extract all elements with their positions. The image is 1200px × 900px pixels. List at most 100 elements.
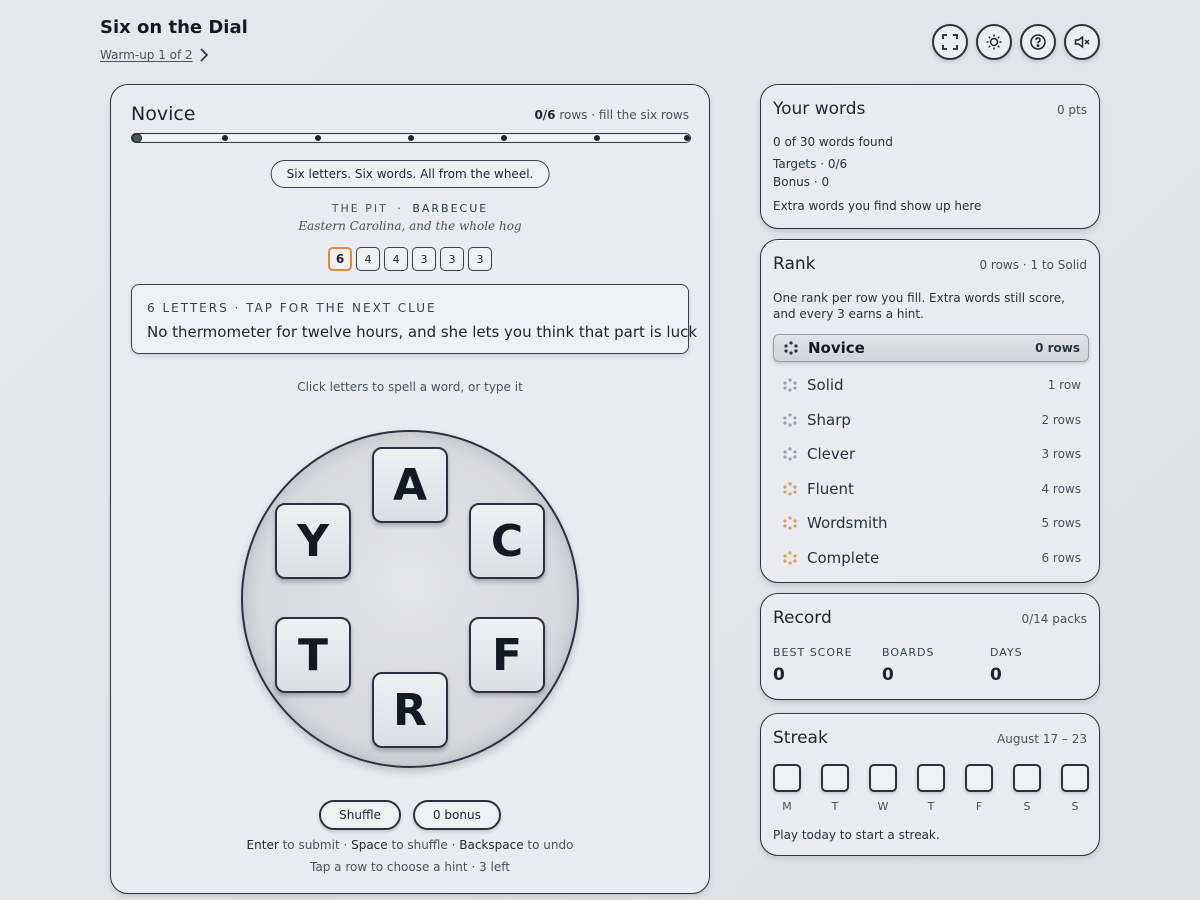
progress-tick bbox=[684, 135, 690, 141]
points: 0 pts bbox=[1056, 103, 1087, 117]
word-length-row: 644333 bbox=[111, 247, 709, 271]
streak-day: F bbox=[965, 764, 993, 813]
rank-rows: 1 row bbox=[1047, 378, 1081, 393]
rank-item-sharp: Sharp 2 rows bbox=[773, 403, 1089, 438]
extra-words-note: Extra words you find show up here bbox=[773, 199, 982, 213]
clue-subtitle: Eastern Carolina, and the whole hog bbox=[298, 219, 522, 233]
mute-icon bbox=[1074, 35, 1090, 49]
letter-wheel: A C F R T Y bbox=[241, 430, 579, 768]
fullscreen-button[interactable] bbox=[932, 24, 968, 60]
word-length-box[interactable]: 6 bbox=[328, 247, 352, 271]
streak-day-label: M bbox=[782, 800, 792, 813]
word-length-box[interactable]: 3 bbox=[412, 247, 436, 271]
rank-list: Novice 0 rows Solid 1 row Sharp 2 rows Clever 3… bbox=[773, 334, 1089, 575]
streak-day-label: F bbox=[975, 800, 983, 813]
bonus-button[interactable]: 0 bonus bbox=[412, 800, 501, 830]
rank-item-clever: Clever 3 rows bbox=[773, 437, 1089, 472]
streak-day: S bbox=[1061, 764, 1089, 813]
streak-range: August 17 – 23 bbox=[997, 732, 1087, 746]
fullscreen-icon bbox=[942, 34, 958, 50]
stat-value: 0 bbox=[773, 665, 785, 685]
letter-tile[interactable]: A bbox=[372, 447, 448, 523]
clue-label: 6 LETTERS · TAP FOR THE NEXT CLUE bbox=[147, 301, 437, 315]
progress-tick bbox=[594, 135, 600, 141]
word-length-box[interactable]: 3 bbox=[468, 247, 492, 271]
chevron-right-icon bbox=[200, 48, 208, 62]
help-button[interactable] bbox=[1020, 24, 1056, 60]
record-title: Record bbox=[773, 608, 832, 628]
mute-button[interactable] bbox=[1064, 24, 1100, 60]
word-length-box[interactable]: 4 bbox=[356, 247, 380, 271]
theme-button[interactable] bbox=[976, 24, 1012, 60]
streak-day-box bbox=[1061, 764, 1089, 792]
space-key: Space bbox=[351, 838, 388, 852]
stat-label: BOARDS bbox=[882, 646, 935, 659]
rank-item-solid: Solid 1 row bbox=[773, 368, 1089, 403]
stat-boards: BOARDS 0 bbox=[882, 646, 982, 685]
category-pre: THE PIT bbox=[331, 202, 388, 215]
rank-rows: 3 rows bbox=[1041, 447, 1081, 462]
keyboard-help: Enter to submit · Space to shuffle · Bac… bbox=[111, 838, 709, 852]
rank-name: Novice bbox=[808, 339, 865, 357]
rank-name: Wordsmith bbox=[807, 514, 888, 533]
help-icon bbox=[1030, 34, 1046, 50]
streak-day-label: W bbox=[877, 800, 889, 813]
rank-panel-title: Rank bbox=[773, 254, 816, 274]
rank-dots-icon bbox=[783, 378, 797, 392]
info-pill: Six letters. Six words. All from the whe… bbox=[270, 160, 550, 188]
streak-panel: Streak August 17 – 23 M T W T F S S Play today… bbox=[760, 713, 1100, 856]
backspace-help: to undo bbox=[523, 838, 574, 852]
rank-dots-icon bbox=[783, 551, 797, 565]
streak-day-label: S bbox=[1071, 800, 1079, 813]
bonus-count: Bonus · 0 bbox=[773, 175, 830, 189]
progress-tick bbox=[315, 135, 321, 141]
rank-dots-icon bbox=[783, 482, 797, 496]
rank-rows: 6 rows bbox=[1041, 550, 1081, 565]
words-found: 0 of 30 words found bbox=[773, 135, 893, 149]
stat-best-score: BEST SCORE 0 bbox=[773, 646, 873, 685]
row-count: 0/6 bbox=[534, 108, 556, 122]
progress-tick bbox=[132, 133, 142, 143]
targets-count: Targets · 0/6 bbox=[773, 157, 848, 171]
words-title: Your words bbox=[773, 99, 866, 119]
controls-row: Shuffle 0 bonus bbox=[111, 800, 709, 830]
rank-rows: 4 rows bbox=[1041, 481, 1081, 496]
rank-item-complete: Complete 6 rows bbox=[773, 541, 1089, 576]
streak-day-box bbox=[1013, 764, 1041, 792]
app-title: Six on the Dial bbox=[100, 17, 248, 38]
streak-footer: Play today to start a streak. bbox=[773, 828, 940, 842]
word-length-box[interactable]: 4 bbox=[384, 247, 408, 271]
letter-tile[interactable]: C bbox=[469, 503, 545, 579]
progress-tick bbox=[222, 135, 228, 141]
stat-label: BEST SCORE bbox=[773, 646, 853, 659]
warmup-link[interactable]: Warm-up 1 of 2 bbox=[100, 48, 209, 62]
word-length-box[interactable]: 3 bbox=[440, 247, 464, 271]
rank-rows: 5 rows bbox=[1041, 516, 1081, 531]
row-progress-suffix: rows · fill the six rows bbox=[555, 108, 689, 122]
enter-key: Enter bbox=[246, 838, 279, 852]
row-progress: 0/6 rows · fill the six rows bbox=[534, 108, 689, 122]
letter-tile[interactable]: Y bbox=[275, 503, 351, 579]
streak-day-box bbox=[821, 764, 849, 792]
progress-track bbox=[131, 133, 691, 143]
progress-tick bbox=[501, 135, 507, 141]
stat-label: DAYS bbox=[990, 646, 1023, 659]
shuffle-button[interactable]: Shuffle bbox=[319, 800, 401, 830]
streak-day-label: T bbox=[927, 800, 935, 813]
instruction-text: Click letters to spell a word, or type i… bbox=[297, 380, 523, 394]
rank-item-wordsmith: Wordsmith 5 rows bbox=[773, 506, 1089, 541]
rank-name: Clever bbox=[807, 445, 856, 464]
enter-help: to submit · bbox=[278, 838, 352, 852]
letter-tile[interactable]: T bbox=[275, 617, 351, 693]
rank-dots-icon bbox=[783, 516, 797, 530]
rank-title: Novice bbox=[131, 103, 196, 125]
rank-status: 0 rows · 1 to Solid bbox=[979, 258, 1087, 272]
clue-card[interactable]: 6 LETTERS · TAP FOR THE NEXT CLUE No the… bbox=[131, 284, 697, 354]
streak-title: Streak bbox=[773, 728, 828, 748]
streak-day-box bbox=[917, 764, 945, 792]
rank-description: One rank per row you fill. Extra words s… bbox=[773, 291, 1065, 321]
sun-icon bbox=[986, 34, 1002, 50]
letter-tile[interactable]: F bbox=[469, 617, 545, 693]
letter-tile[interactable]: R bbox=[372, 672, 448, 748]
rank-name: Sharp bbox=[807, 410, 851, 429]
